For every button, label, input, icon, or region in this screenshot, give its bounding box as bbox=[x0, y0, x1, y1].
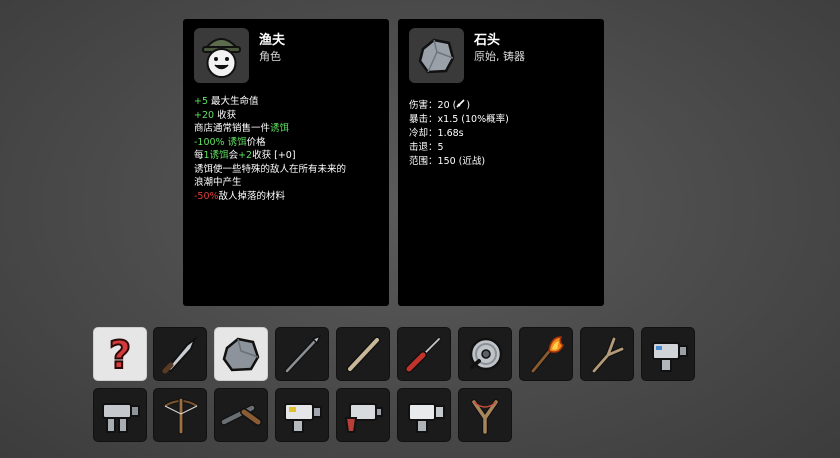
effect-segment: 最大生命值 bbox=[208, 96, 259, 107]
effect-segment: -50% bbox=[194, 190, 219, 202]
effect-segment: +20 bbox=[194, 109, 215, 121]
character-name: 渔夫 bbox=[259, 33, 286, 48]
question-mark-icon: ? bbox=[108, 332, 132, 377]
slot-shotgun[interactable] bbox=[214, 388, 268, 442]
character-effect-line: 每1诱饵会+2收获 [+0] bbox=[194, 149, 384, 163]
effect-segment: 收获 bbox=[214, 109, 237, 121]
effect-segment: 收获 [+0] bbox=[252, 150, 296, 161]
effect-segment: 敌人掉落的材料 bbox=[218, 190, 286, 202]
turret-icon bbox=[284, 403, 322, 433]
gun-turret-icon bbox=[344, 403, 383, 433]
weapon-type: 原始, 铸器 bbox=[474, 50, 525, 63]
shotgun-icon bbox=[220, 404, 262, 426]
stat-range: 范围：150 (近战) bbox=[409, 156, 486, 167]
slot-turret[interactable] bbox=[641, 327, 695, 381]
turret-icon bbox=[652, 342, 688, 372]
character-effect-line: 诱饵使一些特殊的敌人在所有未来的 bbox=[194, 163, 384, 177]
slot-spear[interactable] bbox=[275, 327, 329, 381]
character-effect-line: 商店通常销售一件诱饵 bbox=[194, 122, 384, 136]
slot-slingshot[interactable] bbox=[458, 388, 512, 442]
slot-screwdriver[interactable] bbox=[397, 327, 451, 381]
weapon-panel: 石头 原始, 铸器 伤害：20 () 暴击：x1.5 (10%概率) 冷却：1.… bbox=[398, 19, 604, 306]
character-effect-line: +5 最大生命值 bbox=[194, 95, 384, 109]
effect-segment: 诱饵 bbox=[209, 150, 229, 161]
slot-gun-turret[interactable] bbox=[336, 388, 390, 442]
character-effect-line: +20 收获 bbox=[194, 109, 384, 123]
turret-icon bbox=[408, 403, 445, 433]
svg-text:?: ? bbox=[109, 333, 131, 377]
effect-segment: -100% bbox=[194, 136, 225, 148]
weapon-stats: 伤害：20 () 暴击：x1.5 (10%概率) 冷却：1.68s 击退：5 范… bbox=[409, 98, 509, 169]
slot-stick[interactable] bbox=[336, 327, 390, 381]
crossbow-icon bbox=[163, 397, 199, 435]
slot-turret-4[interactable] bbox=[397, 388, 451, 442]
character-panel: 渔夫 角色 +5 最大生命值 +20 收获 商店通常销售一件诱饵 -100% 诱饵价格… bbox=[183, 19, 389, 306]
effect-segment: +2 bbox=[238, 150, 253, 161]
effect-segment: 诱饵使一些特殊的敌人在所有未来的 bbox=[194, 163, 347, 175]
effect-segment: 诱饵 bbox=[270, 123, 290, 134]
effect-segment: 每 bbox=[194, 150, 204, 161]
effect-segment: 价格 bbox=[246, 136, 266, 148]
character-effect-line: -50%敌人掉落的材料 bbox=[194, 190, 384, 204]
stat-cooldown: 冷却：1.68s bbox=[409, 128, 464, 139]
stat-knockback: 击退：5 bbox=[409, 142, 444, 153]
rock-icon bbox=[409, 28, 464, 83]
slot-turret-2[interactable] bbox=[93, 388, 147, 442]
weapon-name: 石头 bbox=[474, 33, 501, 48]
spear-icon bbox=[284, 334, 322, 374]
slot-knife[interactable] bbox=[153, 327, 207, 381]
fisherman-portrait bbox=[194, 28, 249, 83]
slot-rock-selected[interactable] bbox=[214, 327, 268, 381]
effect-segment: 浪潮中产生 bbox=[194, 177, 242, 188]
effect-segment: 诱饵 bbox=[224, 136, 247, 148]
stat-damage: 伤害：20 () bbox=[409, 99, 471, 111]
stat-crit: 暴击：x1.5 (10%概率) bbox=[409, 114, 509, 125]
slot-shield[interactable] bbox=[458, 327, 512, 381]
sword-icon bbox=[456, 99, 465, 108]
effect-segment: +5 bbox=[194, 96, 209, 107]
character-type: 角色 bbox=[259, 50, 281, 63]
effect-segment: 会 bbox=[228, 150, 239, 161]
character-effects: +5 最大生命值 +20 收获 商店通常销售一件诱饵 -100% 诱饵价格 每1诱饵会+… bbox=[194, 95, 384, 203]
slot-turret-3[interactable] bbox=[275, 388, 329, 442]
slot-slingshot-branch[interactable] bbox=[580, 327, 634, 381]
effect-segment: 商店通常销售一件 bbox=[194, 123, 271, 134]
character-effect-line: 浪潮中产生 bbox=[194, 176, 384, 190]
character-effect-line: -100% 诱饵价格 bbox=[194, 136, 384, 150]
turret-icon bbox=[102, 403, 140, 433]
slingshot-icon bbox=[471, 399, 499, 435]
knife-icon bbox=[162, 336, 198, 374]
slingshot-branch-icon bbox=[591, 336, 625, 374]
torch-icon bbox=[530, 336, 564, 374]
slot-torch[interactable] bbox=[519, 327, 573, 381]
screwdriver-icon bbox=[405, 337, 441, 373]
stick-icon bbox=[346, 336, 381, 373]
shield-icon bbox=[469, 337, 503, 371]
rock-icon bbox=[222, 337, 260, 372]
slot-crossbow[interactable] bbox=[153, 388, 207, 442]
slot-random[interactable]: ? bbox=[93, 327, 147, 381]
